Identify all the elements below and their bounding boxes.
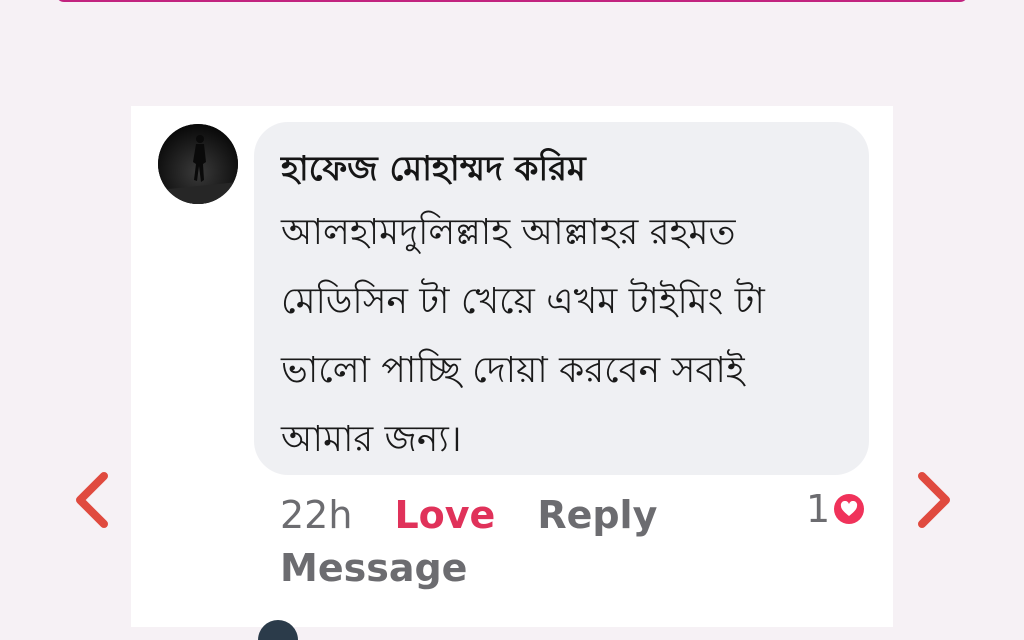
comment-author-name[interactable]: হাফেজ মোহাম্মদ করিম (281, 146, 843, 192)
person-silhouette-icon (158, 124, 238, 204)
next-button[interactable] (912, 470, 956, 530)
reaction-count: 1 (806, 487, 831, 531)
comment-timestamp[interactable]: 22h (280, 493, 352, 537)
chevron-right-icon (918, 472, 950, 528)
comment-bubble: হাফেজ মোহাম্মদ করিম আলহামদুলিল্লাহ আল্লা… (254, 122, 869, 475)
heart-icon (834, 494, 865, 524)
previous-button[interactable] (70, 470, 114, 530)
love-button[interactable]: Love (394, 493, 495, 537)
chevron-left-icon (76, 472, 108, 528)
author-avatar[interactable] (158, 124, 238, 204)
reaction-summary[interactable]: 1 (806, 487, 865, 531)
reply-button[interactable]: Reply (537, 493, 657, 537)
top-accent-border (56, 0, 968, 2)
message-button[interactable]: Message (280, 546, 467, 590)
comment-text: আলহামদুলিল্লাহ আল্লাহর রহমত মেডিসিন টা খ… (281, 212, 765, 460)
comment-actions: 22h Love Reply (280, 490, 657, 540)
